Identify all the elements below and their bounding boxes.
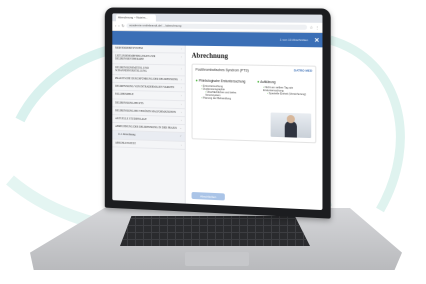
chevron-right-icon: › <box>180 109 182 114</box>
slide-card: Postthrombotisches Syndrom (PTS) DATRO M… <box>191 63 317 144</box>
keyboard <box>120 216 310 246</box>
sidebar-item[interactable]: ABSCHLUSSTEST › <box>112 139 185 150</box>
chevron-right-icon: › <box>180 93 182 98</box>
presenter-body <box>284 120 297 138</box>
left-heading: ● Phlebologische Erstuntersuchung <box>195 77 246 84</box>
url-field[interactable]: academie.smilebrandt.de/..../abrechnung <box>126 23 308 30</box>
laptop-screen: Abrechnung – Nutzim... ‹ › ↻ academie.sm… <box>112 13 323 211</box>
slide-left-column: ● Phlebologische Erstuntersuchung Erstun… <box>195 78 249 103</box>
page-title: Abrechnung <box>191 51 229 61</box>
chevron-right-icon: › <box>180 118 182 123</box>
right-heading: ● Aufklärung <box>257 78 276 85</box>
list-item: Spezielle Einheit (Versicherung) <box>263 92 312 96</box>
star-icon[interactable]: ☆ <box>310 25 314 30</box>
brand-logo: DATRO MED <box>293 68 313 73</box>
chevron-right-icon: › <box>180 77 182 82</box>
course-sidebar: NERVENDEBITSYSTEM › LEITLINIENEMPFEHLUNGE… <box>112 44 186 205</box>
chevron-right-icon: › <box>180 142 182 147</box>
chevron-down-icon: ⌄ <box>179 126 182 131</box>
list-item: Planung der Behandlung <box>201 97 249 101</box>
trackpad <box>185 252 249 266</box>
app-body: NERVENDEBITSYSTEM › LEITLINIENEMPFEHLUNGE… <box>112 44 323 210</box>
chevron-right-icon: › <box>180 85 182 90</box>
slide-right-column: ● Aufklärung Nicht am selben Tag wie Ers… <box>257 79 312 105</box>
menu-icon[interactable]: ⋮ <box>315 25 319 30</box>
presenter-video[interactable] <box>270 112 312 139</box>
back-icon[interactable]: ‹ <box>115 23 116 28</box>
slide-columns: ● Phlebologische Erstuntersuchung Erstun… <box>195 78 312 105</box>
laptop-lid: Abrechnung – Nutzim... ‹ › ↻ academie.sm… <box>104 7 331 219</box>
bullet-icon: ● <box>257 78 260 84</box>
chevron-right-icon: › <box>180 66 182 71</box>
close-icon[interactable]: ✕ <box>314 37 319 44</box>
forward-icon[interactable]: › <box>118 23 119 28</box>
left-list: Erstuntersuchung Duplexsonographie Oberf… <box>195 85 249 101</box>
right-list: Nicht am selben Tag wie Erstuntersuchung… <box>257 86 312 96</box>
presenter-head <box>286 114 295 124</box>
complete-button[interactable]: Abschließen <box>191 191 225 201</box>
chevron-right-icon: › <box>180 101 182 106</box>
progress-text: 1 von 13 Abschnitten <box>279 37 309 43</box>
reload-icon[interactable]: ↻ <box>121 23 124 28</box>
browser-tab[interactable]: Abrechnung – Nutzim... <box>116 13 156 22</box>
lesson-content: Abrechnung Postthrombotisches Syndrom (P… <box>186 46 323 210</box>
chevron-right-icon: › <box>180 54 182 59</box>
check-icon: ✓ <box>179 134 182 139</box>
laptop-scene: Abrechnung – Nutzim... ‹ › ↻ academie.sm… <box>0 0 426 284</box>
chevron-right-icon: › <box>180 46 182 51</box>
